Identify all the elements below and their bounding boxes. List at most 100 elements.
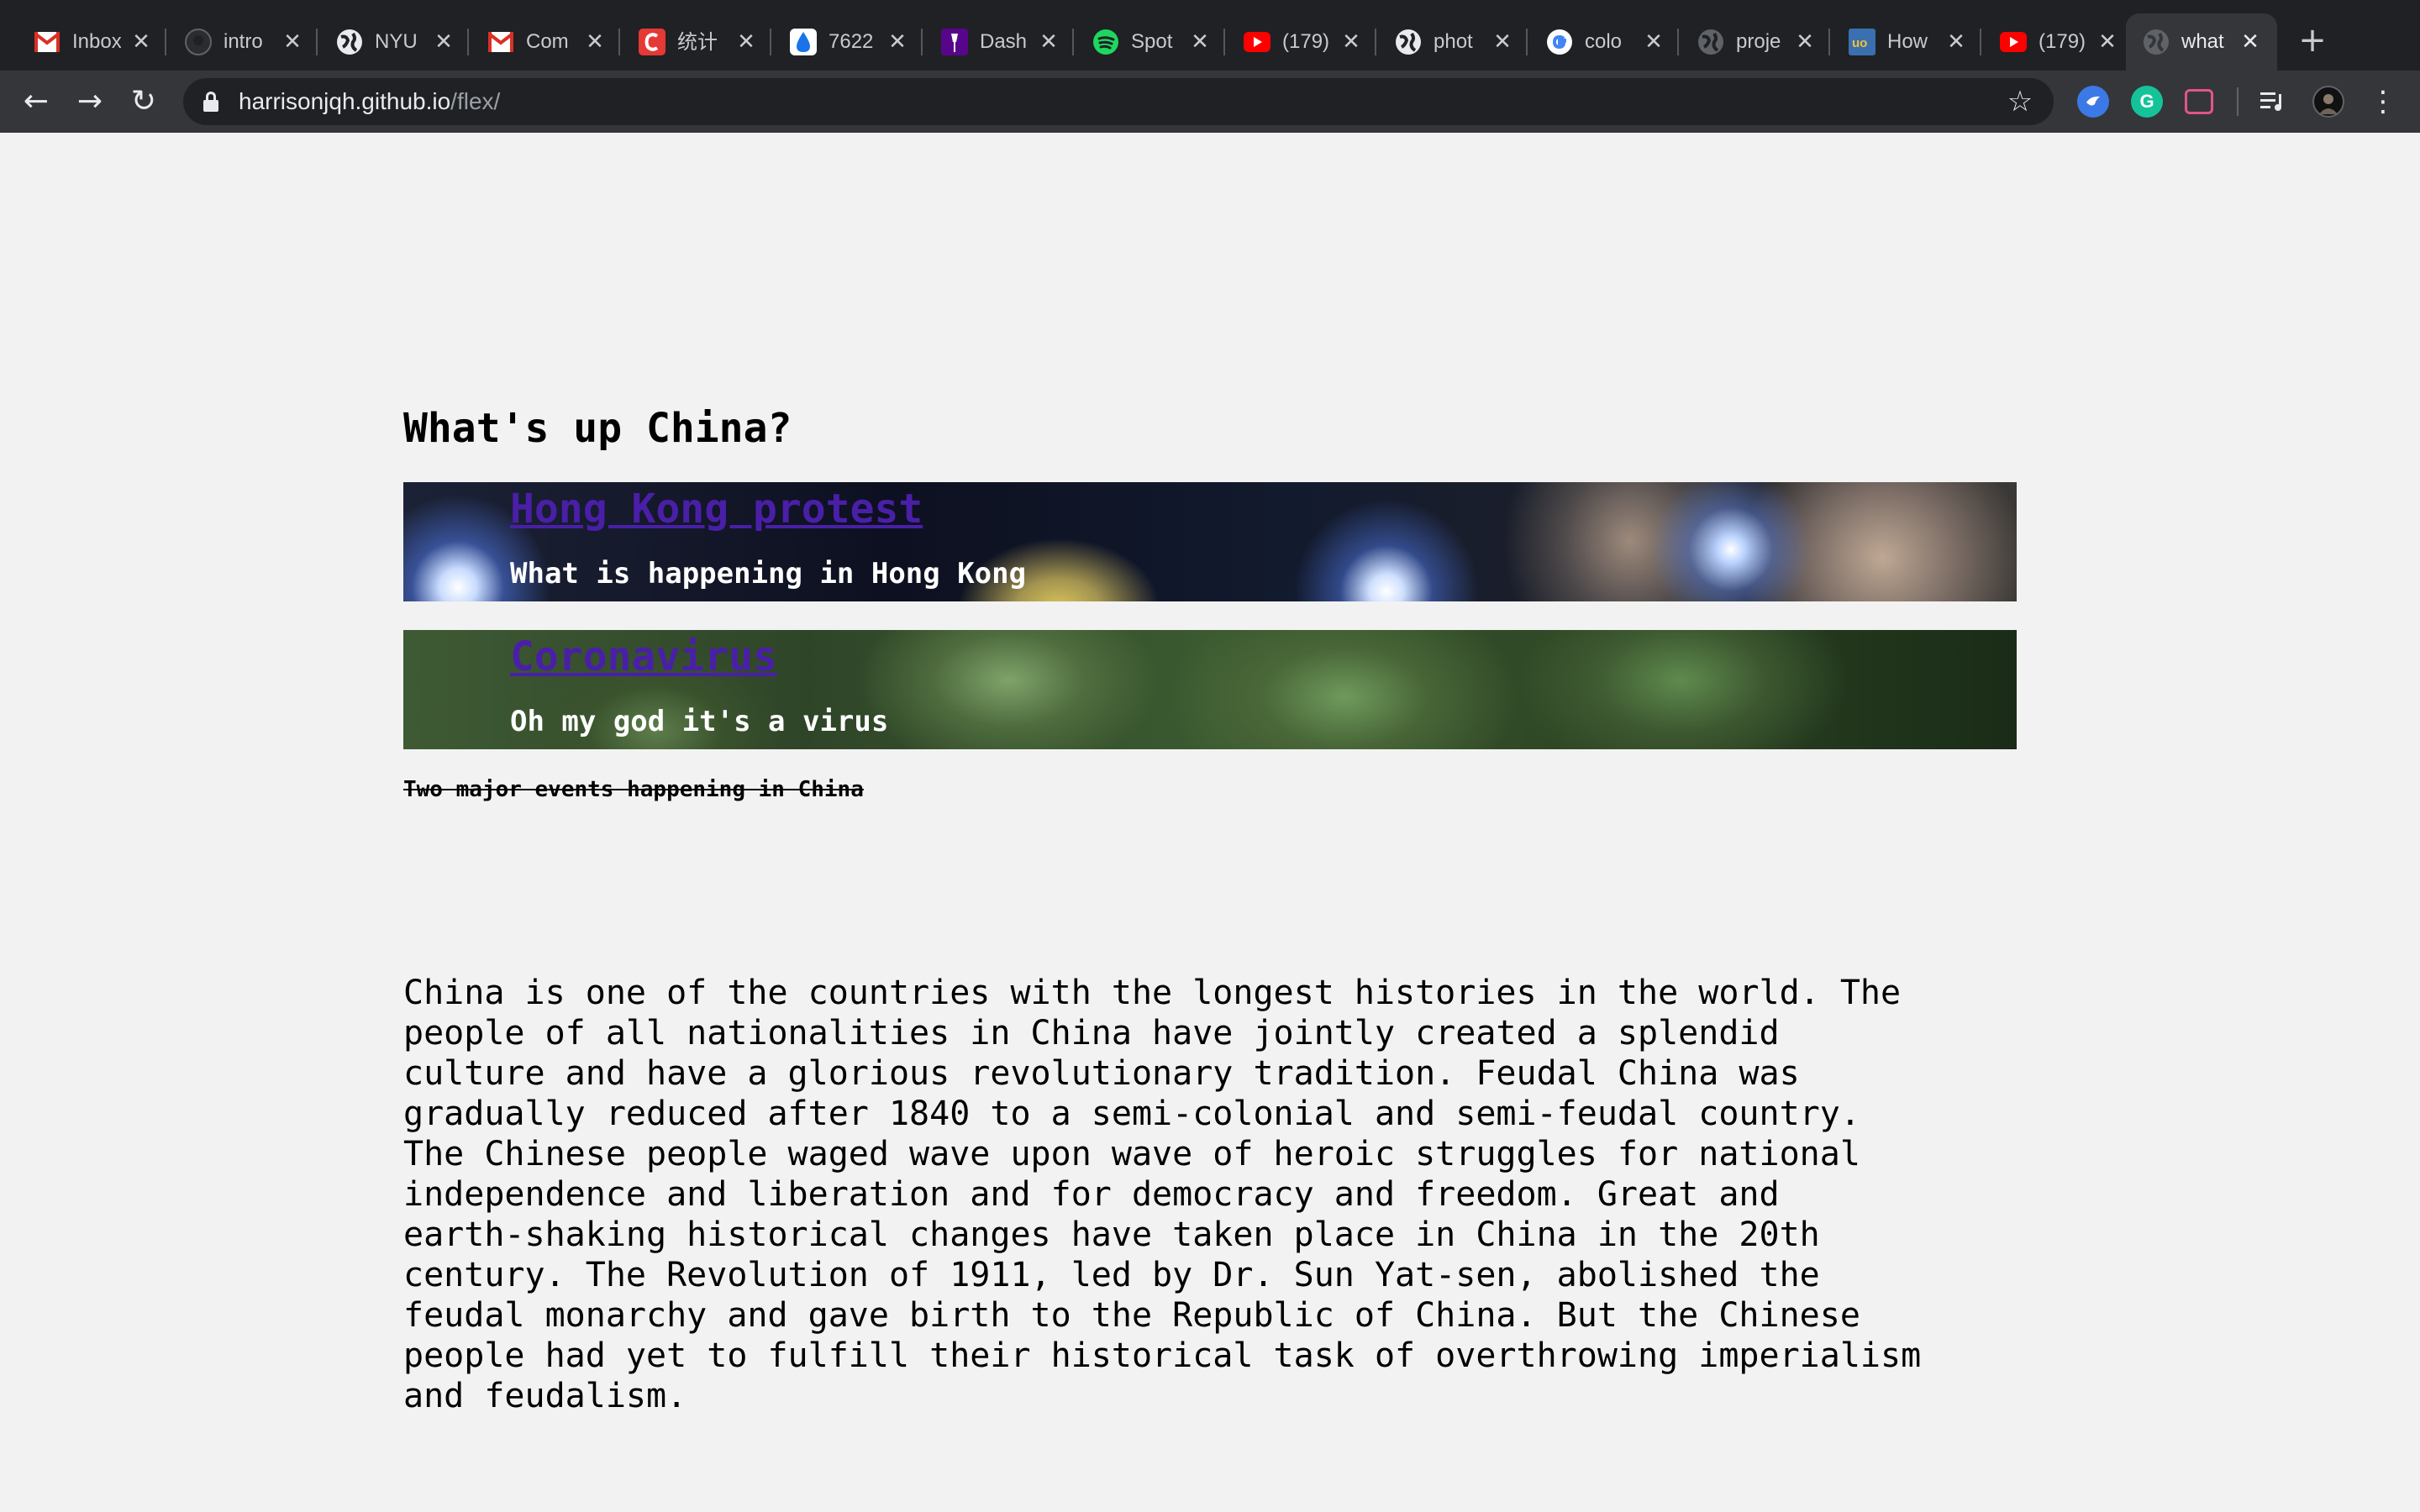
card-subtitle: Oh my god it's a virus [510, 705, 889, 738]
tab-title: (179) [1282, 30, 1330, 53]
google-icon [1546, 29, 1573, 55]
browser-tab[interactable]: 统计 ✕ [622, 13, 773, 71]
paragraph-line: century. The Revolution of 1911, led by … [403, 1256, 1820, 1294]
struck-caption: Two major events happening in China [403, 777, 864, 802]
close-icon[interactable]: ✕ [1339, 30, 1363, 54]
browser-tab[interactable]: NYU ✕ [319, 13, 471, 71]
grammarly-icon[interactable]: G [2131, 86, 2163, 118]
browser-tab[interactable]: (179) ✕ [1983, 13, 2134, 71]
browser-tab[interactable]: Inbox ✕ [17, 13, 168, 71]
browser-tab[interactable]: phot ✕ [1378, 13, 1529, 71]
tab-divider [921, 29, 923, 55]
tab-strip: Inbox ✕ intro ✕ NYU ✕ Com ✕ 统计 ✕ 7622 ✕ … [0, 0, 2420, 71]
close-icon[interactable]: ✕ [1642, 30, 1665, 54]
news-card-coronavirus: Coronavirus Oh my god it's a virus [403, 630, 2017, 749]
browser-tab[interactable]: Com ✕ [471, 13, 622, 71]
tab-title: Inbox [72, 30, 121, 53]
browser-tab[interactable]: intro ✕ [168, 13, 319, 71]
paragraph-line: gradually reduced after 1840 to a semi-c… [403, 1095, 1860, 1133]
globe-icon [1697, 29, 1724, 55]
close-icon[interactable]: ✕ [734, 30, 758, 54]
kebab-menu-icon[interactable]: ⋮ [2366, 82, 2400, 121]
browser-tab[interactable]: Spot ✕ [1076, 13, 1227, 71]
youtube-icon [1244, 29, 1270, 55]
new-tab-button[interactable]: + [2294, 22, 2331, 59]
github-icon [185, 29, 212, 55]
paragraph-line: culture and have a glorious revolutionar… [403, 1054, 1800, 1093]
reload-button[interactable]: ↻ [124, 82, 163, 121]
bookmark-star-icon[interactable]: ☆ [2003, 85, 2037, 118]
browser-tab[interactable]: proje ✕ [1681, 13, 1832, 71]
tab-title: proje [1736, 30, 1781, 53]
svg-text:uo: uo [1852, 36, 1867, 50]
close-icon[interactable]: ✕ [129, 30, 153, 54]
close-icon[interactable]: ✕ [2096, 30, 2119, 54]
extension-tv-icon[interactable] [2185, 89, 2213, 114]
globe-icon [336, 29, 363, 55]
tab-divider [316, 29, 318, 55]
tab-divider [165, 29, 166, 55]
address-bar[interactable]: harrisonjqh.github.io/flex/ ☆ [183, 78, 2054, 125]
tab-title: intro [224, 30, 263, 53]
globe-icon [1395, 29, 1422, 55]
hong-kong-protest-link[interactable]: Hong Kong protest [510, 482, 923, 536]
paragraph-line: and feudalism. [403, 1377, 687, 1415]
tab-title: How [1887, 30, 1928, 53]
card-subtitle: What is happening in Hong Kong [510, 557, 1027, 591]
tab-title: 统计 [677, 30, 718, 54]
lock-icon [203, 92, 218, 112]
youtube-icon [2000, 29, 2027, 55]
close-icon[interactable]: ✕ [1491, 30, 1514, 54]
browser-toolbar: ← → ↻ harrisonjqh.github.io/flex/ ☆ G ⋮ [0, 71, 2420, 133]
close-icon[interactable]: ✕ [1793, 30, 1817, 54]
close-icon[interactable]: ✕ [2238, 30, 2262, 54]
media-queue-icon[interactable] [2257, 86, 2289, 118]
browser-tab[interactable]: 7622 ✕ [773, 13, 924, 71]
tab-title: 7622 [829, 30, 874, 53]
tab-divider [1828, 29, 1830, 55]
close-icon[interactable]: ✕ [583, 30, 607, 54]
tab-title: phot [1434, 30, 1473, 53]
tab-divider [1072, 29, 1074, 55]
tab-title: what [2181, 30, 2224, 53]
tab-divider [1980, 29, 1981, 55]
browser-tab[interactable]: (179) ✕ [1227, 13, 1378, 71]
extension-bird-icon[interactable] [2077, 86, 2109, 118]
tab-divider [618, 29, 620, 55]
tab-divider [770, 29, 771, 55]
forward-button[interactable]: → [71, 82, 109, 121]
close-icon[interactable]: ✕ [1944, 30, 1968, 54]
close-icon[interactable]: ✕ [1037, 30, 1060, 54]
browser-tab[interactable]: Dash ✕ [924, 13, 1076, 71]
tab-divider [467, 29, 469, 55]
spotify-icon [1092, 29, 1119, 55]
tab-title: Spot [1131, 30, 1173, 53]
page-title: What's up China? [403, 405, 792, 452]
close-icon[interactable]: ✕ [1188, 30, 1212, 54]
paragraph-line: earth-shaking historical changes have ta… [403, 1215, 1820, 1254]
close-icon[interactable]: ✕ [886, 30, 909, 54]
gmail-icon [34, 29, 60, 55]
coronavirus-link[interactable]: Coronavirus [510, 630, 777, 684]
uo-icon: uo [1849, 29, 1876, 55]
gmail-icon [487, 29, 514, 55]
close-icon[interactable]: ✕ [281, 30, 304, 54]
back-button[interactable]: ← [17, 82, 55, 121]
tab-divider [1223, 29, 1225, 55]
url-text[interactable]: harrisonjqh.github.io/flex/ [239, 78, 500, 125]
paragraph-line: independence and liberation and for demo… [403, 1175, 1780, 1214]
toolbar-divider [2237, 87, 2238, 116]
close-icon[interactable]: ✕ [432, 30, 455, 54]
tab-title: colo [1585, 30, 1623, 53]
browser-tab-active[interactable]: what ✕ [2126, 13, 2277, 71]
paragraph-line: feudal monarchy and gave birth to the Re… [403, 1296, 1860, 1335]
globe-icon [2143, 29, 2170, 55]
paragraph-line: people had yet to fulfill their historic… [403, 1336, 1922, 1375]
body-paragraph: China is one of the countries with the l… [403, 973, 2025, 1416]
tab-divider [1375, 29, 1376, 55]
browser-tab[interactable]: colo ✕ [1529, 13, 1681, 71]
c-app-icon [639, 29, 666, 55]
browser-tab[interactable]: uo How ✕ [1832, 13, 1983, 71]
avatar[interactable] [2312, 86, 2344, 118]
tab-title: Com [526, 30, 569, 53]
